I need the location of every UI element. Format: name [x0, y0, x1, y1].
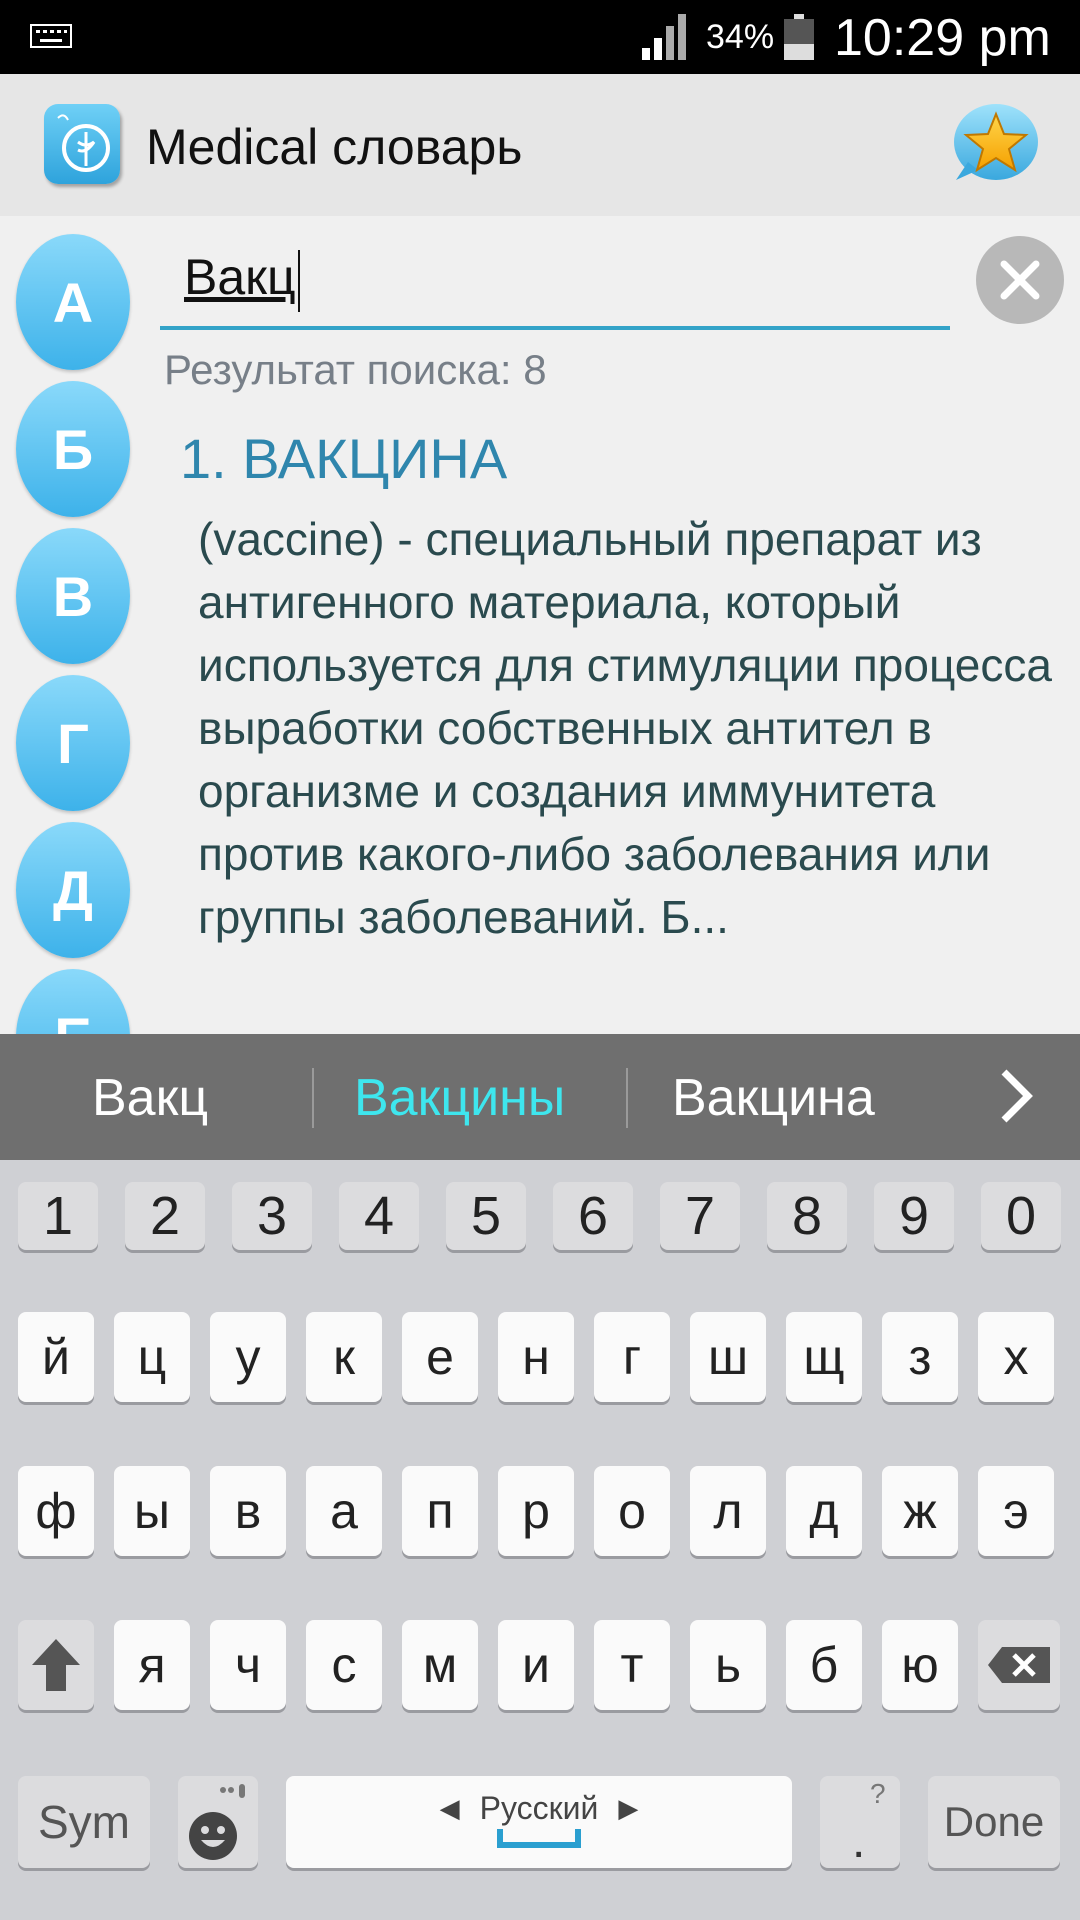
key-0[interactable]: 0: [981, 1182, 1061, 1250]
app-logo-icon: [44, 104, 120, 184]
key-letter[interactable]: у: [210, 1312, 286, 1402]
key-letter[interactable]: х: [978, 1312, 1054, 1402]
text-cursor: [297, 249, 300, 312]
alphabet-index: А Б В Г Д Е: [16, 234, 134, 1034]
key-4[interactable]: 4: [339, 1182, 419, 1250]
emoji-key[interactable]: [178, 1776, 258, 1868]
period-hint: ?: [870, 1778, 886, 1809]
key-letter[interactable]: а: [306, 1466, 382, 1556]
suggestion-bar: Вакц Вакцины Вакцина: [0, 1034, 1080, 1160]
key-letter[interactable]: л: [690, 1466, 766, 1556]
key-letter[interactable]: з: [882, 1312, 958, 1402]
key-1[interactable]: 1: [18, 1182, 98, 1250]
key-letter[interactable]: э: [978, 1466, 1054, 1556]
clear-search-button[interactable]: [976, 236, 1064, 324]
key-letter[interactable]: ю: [882, 1620, 958, 1710]
key-letter[interactable]: н: [498, 1312, 574, 1402]
letter-button[interactable]: Д: [16, 822, 130, 958]
search-input-text[interactable]: Вакц: [184, 248, 300, 312]
suggestion-item[interactable]: Вакц: [92, 1068, 208, 1128]
shift-key[interactable]: [18, 1620, 94, 1710]
key-letter[interactable]: ф: [18, 1466, 94, 1556]
key-letter[interactable]: ь: [690, 1620, 766, 1710]
action-bar: Medical словарь: [0, 74, 1080, 216]
key-letter[interactable]: ж: [882, 1466, 958, 1556]
suggestion-item[interactable]: Вакцина: [672, 1068, 875, 1128]
key-letter[interactable]: б: [786, 1620, 862, 1710]
key-7[interactable]: 7: [660, 1182, 740, 1250]
close-icon: [1000, 260, 1040, 300]
caret-left-icon: ◀: [439, 1792, 460, 1823]
search-query: Вакц: [184, 249, 296, 305]
key-letter[interactable]: й: [18, 1312, 94, 1402]
emoji-icon: [189, 1784, 245, 1860]
key-letter[interactable]: п: [402, 1466, 478, 1556]
result-definition: (vaccine) - специальный препарат из анти…: [198, 513, 1052, 943]
battery-icon: [784, 14, 814, 60]
key-2[interactable]: 2: [125, 1182, 205, 1250]
key-letter[interactable]: ы: [114, 1466, 190, 1556]
signal-icon: [642, 14, 686, 60]
letter-button[interactable]: Г: [16, 675, 130, 811]
key-letter[interactable]: о: [594, 1466, 670, 1556]
result-count: Результат поиска: 8: [164, 346, 547, 393]
key-letter[interactable]: ц: [114, 1312, 190, 1402]
key-letter[interactable]: щ: [786, 1312, 862, 1402]
clock: 10:29 pm: [834, 9, 1051, 67]
language-label: Русский: [479, 1789, 599, 1826]
key-letter[interactable]: е: [402, 1312, 478, 1402]
done-key[interactable]: Done: [928, 1776, 1060, 1868]
language-switcher: ◀ Русский ▶: [440, 1790, 639, 1827]
key-letter[interactable]: т: [594, 1620, 670, 1710]
key-letter[interactable]: ч: [210, 1620, 286, 1710]
key-8[interactable]: 8: [767, 1182, 847, 1250]
chevron-right-icon[interactable]: [996, 1066, 1036, 1126]
backspace-icon: [988, 1647, 1050, 1683]
caret-right-icon: ▶: [618, 1792, 639, 1823]
period-label: .: [852, 1815, 866, 1868]
period-key[interactable]: . ?: [820, 1776, 900, 1868]
backspace-key[interactable]: [978, 1620, 1060, 1710]
letter-button[interactable]: Е: [16, 969, 130, 1034]
battery-percent: 34%: [706, 18, 775, 56]
key-9[interactable]: 9: [874, 1182, 954, 1250]
space-key[interactable]: ◀ Русский ▶: [286, 1776, 792, 1868]
key-letter[interactable]: р: [498, 1466, 574, 1556]
key-3[interactable]: 3: [232, 1182, 312, 1250]
key-6[interactable]: 6: [553, 1182, 633, 1250]
app-title: Medical словарь: [146, 119, 523, 175]
suggestion-divider: [626, 1068, 628, 1128]
content-area: А Б В Г Д Е Вакц Результат поиска: 8 1. …: [0, 216, 1080, 1034]
status-bar: 34% 10:29 pm: [0, 0, 1080, 74]
keyboard-icon: [30, 24, 72, 48]
sym-key[interactable]: Sym: [18, 1776, 150, 1868]
key-letter[interactable]: я: [114, 1620, 190, 1710]
key-letter[interactable]: к: [306, 1312, 382, 1402]
letter-button[interactable]: Б: [16, 381, 130, 517]
shift-arrow-icon: [32, 1639, 80, 1691]
keyboard: 1 2 3 4 5 6 7 8 9 0 й ц у к е н г ш щ з …: [0, 1160, 1080, 1920]
result-title[interactable]: 1. ВАКЦИНА: [180, 426, 507, 491]
key-letter[interactable]: и: [498, 1620, 574, 1710]
key-letter[interactable]: д: [786, 1466, 862, 1556]
key-letter[interactable]: ш: [690, 1312, 766, 1402]
favorites-star-icon[interactable]: [948, 100, 1040, 188]
space-bar-icon: [497, 1828, 581, 1848]
key-letter[interactable]: в: [210, 1466, 286, 1556]
search-field[interactable]: Вакц: [160, 234, 950, 330]
suggestion-divider: [312, 1068, 314, 1128]
suggestion-item-highlighted[interactable]: Вакцины: [354, 1068, 565, 1128]
key-letter[interactable]: с: [306, 1620, 382, 1710]
key-letter[interactable]: м: [402, 1620, 478, 1710]
key-letter[interactable]: г: [594, 1312, 670, 1402]
key-5[interactable]: 5: [446, 1182, 526, 1250]
letter-button[interactable]: В: [16, 528, 130, 664]
letter-button[interactable]: А: [16, 234, 130, 370]
